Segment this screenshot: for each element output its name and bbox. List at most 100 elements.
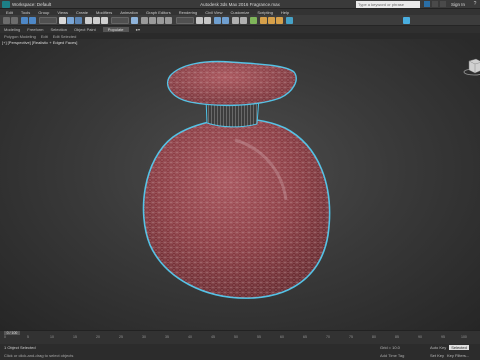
time-slider-track[interactable]: 0 / 100 0 5 10 15 20 25 30 35 40 45 50 5… [0, 330, 480, 344]
tab-freeform[interactable]: Freeform [27, 27, 43, 32]
tick-label: 95 [441, 335, 445, 339]
percent-snap-icon[interactable] [157, 17, 164, 24]
tick-label: 20 [96, 335, 100, 339]
tick-label: 35 [165, 335, 169, 339]
grid-size: Grid = 10.0 [380, 345, 400, 350]
user-icon[interactable] [440, 1, 446, 7]
render-production-icon[interactable] [276, 17, 283, 24]
panel-edit[interactable]: Edit [41, 34, 48, 39]
tick-label: 5 [27, 335, 29, 339]
tick-label: 100 [461, 335, 467, 339]
tick-label: 55 [257, 335, 261, 339]
tick-label: 40 [188, 335, 192, 339]
star-icon[interactable] [432, 1, 438, 7]
help-icon[interactable]: ? [472, 1, 478, 7]
menu-item-help[interactable]: Help [281, 10, 289, 15]
menu-item-create[interactable]: Create [76, 10, 88, 15]
menu-item-scripting[interactable]: Scripting [257, 10, 273, 15]
tick-label: 25 [119, 335, 123, 339]
scale-icon[interactable] [101, 17, 108, 24]
material-editor-icon[interactable] [250, 17, 257, 24]
menu-item-group[interactable]: Group [38, 10, 49, 15]
layer-explorer-icon[interactable] [214, 17, 221, 24]
coordinate-display: Grid = 10.0 [380, 345, 400, 350]
set-key-button[interactable]: Set Key [430, 353, 444, 358]
title-bar: Workspace: Default Autodesk 3ds Max 2016… [0, 0, 480, 9]
schematic-view-icon[interactable] [240, 17, 247, 24]
redo-icon[interactable] [11, 17, 18, 24]
selection-status: 1 Object Selected [4, 345, 36, 350]
align-icon[interactable] [204, 17, 211, 24]
selection-filter-dropdown[interactable] [39, 17, 57, 24]
tick-label: 10 [50, 335, 54, 339]
move-icon[interactable] [85, 17, 92, 24]
auto-key-button[interactable]: Auto Key [430, 345, 446, 350]
animation-controls: Auto Key Selected Set Key Key Filters... [430, 345, 478, 358]
perspective-viewport[interactable]: [+] [Perspective] [Realistic + Edged Fac… [0, 39, 480, 330]
main-toolbar [0, 15, 480, 26]
viewport-canvas[interactable] [0, 39, 480, 330]
pivot-center-icon[interactable] [131, 17, 138, 24]
tick-label: 50 [234, 335, 238, 339]
mirror-icon[interactable] [196, 17, 203, 24]
tick-label: 80 [372, 335, 376, 339]
snaps-toggle-icon[interactable] [141, 17, 148, 24]
menu-item-views[interactable]: Views [57, 10, 68, 15]
key-filters-button[interactable]: Key Filters... [447, 353, 469, 358]
select-by-name-icon[interactable] [67, 17, 74, 24]
rectangle-selection-icon[interactable] [75, 17, 82, 24]
render-setup-icon[interactable] [260, 17, 267, 24]
menu-item-modifiers[interactable]: Modifiers [96, 10, 112, 15]
tab-object-paint[interactable]: Object Paint [74, 27, 96, 32]
tick-label: 85 [395, 335, 399, 339]
spinner-snap-icon[interactable] [165, 17, 172, 24]
tab-populate[interactable]: Populate [102, 27, 129, 32]
curve-editor-icon[interactable] [232, 17, 239, 24]
ribbon-options-icon[interactable]: ●▾ [136, 27, 140, 32]
search-input[interactable]: Type a keyword or phrase [356, 1, 420, 8]
tab-selection[interactable]: Selection [50, 27, 66, 32]
undo-icon[interactable] [3, 17, 10, 24]
rotate-icon[interactable] [93, 17, 100, 24]
menu-item-animation[interactable]: Animation [120, 10, 138, 15]
tick-label: 60 [280, 335, 284, 339]
menu-item-civil-view[interactable]: Civil View [205, 10, 222, 15]
menu-item-rendering[interactable]: Rendering [179, 10, 197, 15]
tick-label: 70 [326, 335, 330, 339]
named-selection-dropdown[interactable] [176, 17, 194, 24]
reference-coordinate-dropdown[interactable] [111, 17, 129, 24]
menu-item-edit[interactable]: Edit [6, 10, 13, 15]
menu-item-customize[interactable]: Customize [230, 10, 249, 15]
tick-label: 15 [73, 335, 77, 339]
select-object-icon[interactable] [59, 17, 66, 24]
angle-snap-icon[interactable] [149, 17, 156, 24]
tick-label: 75 [349, 335, 353, 339]
rendered-frame-window-icon[interactable] [268, 17, 275, 24]
render-in-cloud-icon[interactable] [403, 17, 410, 24]
ribbon-tabs: Modeling Freeform Selection Object Paint… [0, 26, 480, 33]
a360-render-icon[interactable] [286, 17, 293, 24]
tick-label: 0 [4, 335, 6, 339]
tick-label: 45 [211, 335, 215, 339]
menu-item-graph-editors[interactable]: Graph Editors [146, 10, 171, 15]
menu-item-tools[interactable]: Tools [21, 10, 30, 15]
panel-polygon-modeling[interactable]: Polygon Modeling [4, 34, 36, 39]
unlink-icon[interactable] [29, 17, 36, 24]
link-icon[interactable] [21, 17, 28, 24]
bottle-cap[interactable] [166, 60, 297, 107]
panel-edit-selected[interactable]: Edit Selected [53, 34, 77, 39]
add-time-tag-button[interactable]: Add Time Tag [380, 353, 404, 358]
status-bar: 1 Object Selected Click or click-and-dra… [0, 344, 480, 360]
key-mode-dropdown[interactable]: Selected [449, 345, 469, 350]
tick-label: 65 [303, 335, 307, 339]
tick-label: 90 [418, 335, 422, 339]
ribbon-toggle-icon[interactable] [222, 17, 229, 24]
timeline-ruler[interactable]: 0 5 10 15 20 25 30 35 40 45 50 55 60 65 … [4, 335, 472, 341]
sign-in-link[interactable]: Sign In [451, 2, 465, 7]
search-icon[interactable] [424, 1, 430, 7]
viewcube-icon[interactable] [462, 57, 480, 77]
bottle-body[interactable] [142, 118, 331, 299]
tab-modeling[interactable]: Modeling [4, 27, 20, 32]
prompt-line: Click or click-and-drag to select object… [4, 353, 74, 358]
tick-label: 30 [142, 335, 146, 339]
